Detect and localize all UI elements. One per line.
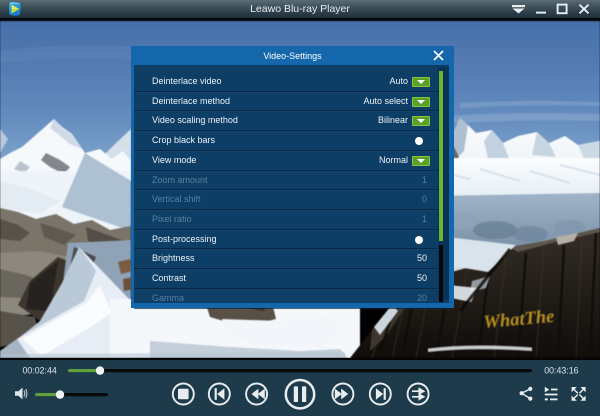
svg-text:00:43:16: 00:43:16: [544, 365, 578, 375]
svg-text:00:02:44: 00:02:44: [23, 365, 57, 375]
